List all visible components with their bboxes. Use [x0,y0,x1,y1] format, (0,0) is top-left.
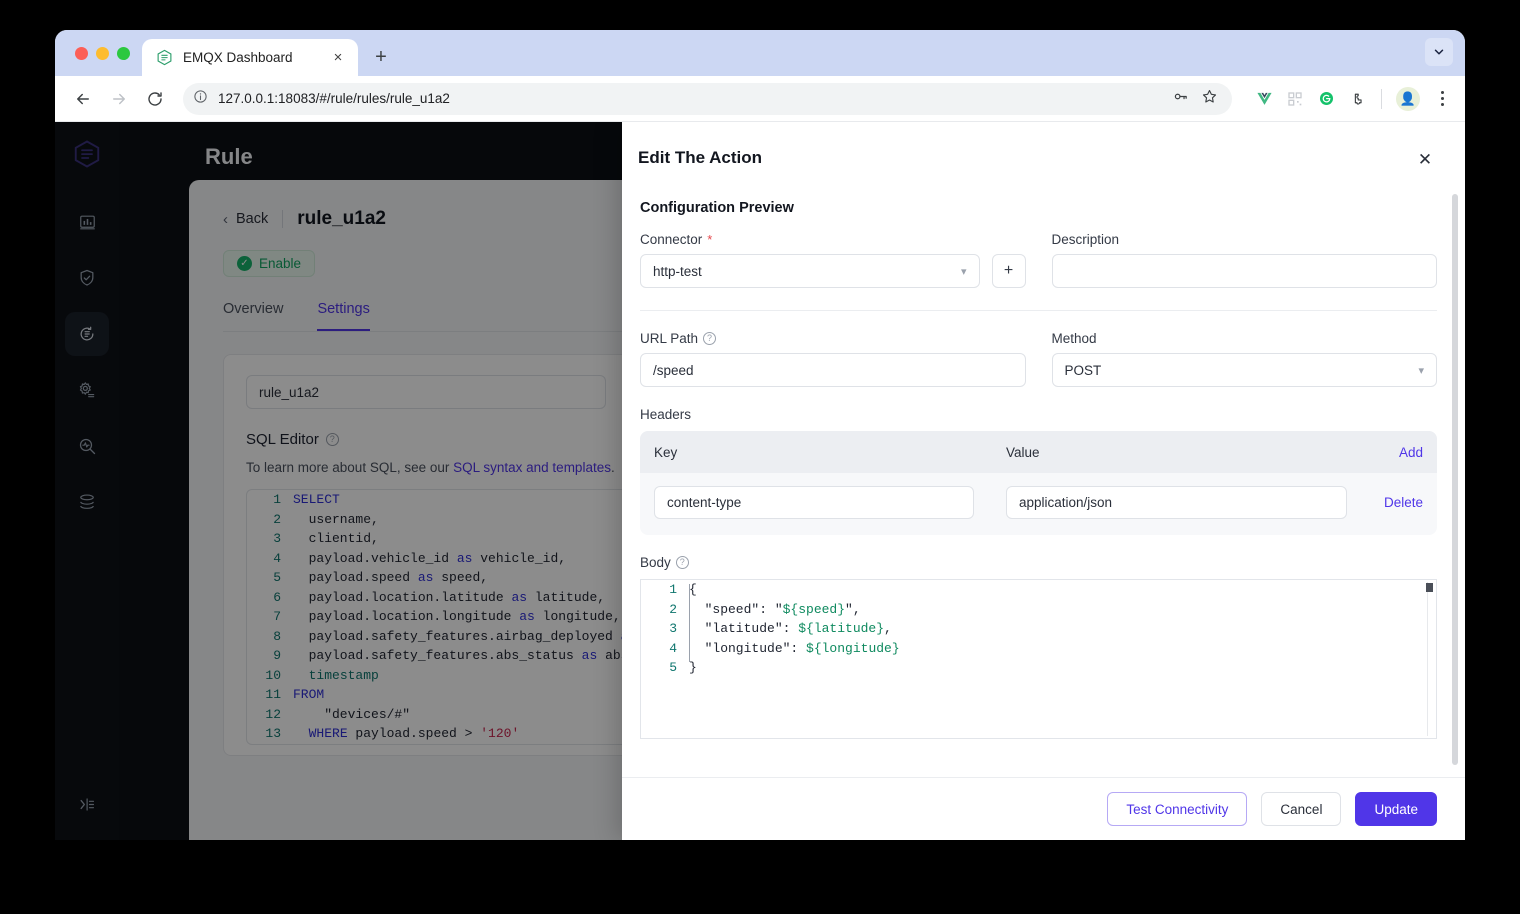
new-tab-button[interactable]: + [366,42,396,72]
line-text: } [689,660,697,675]
browser-tab[interactable]: EMQX Dashboard × [142,39,358,76]
column-header-key: Key [654,444,678,460]
browser-tab-strip: EMQX Dashboard × + [55,30,1465,76]
drawer-title: Edit The Action [638,148,763,167]
line-text: "longitude": ${longitude} [689,640,900,656]
headers-label: Headers [640,407,692,422]
window-minimize-button[interactable] [96,46,109,60]
url-path-input[interactable]: /speed [640,353,1026,387]
qr-code-icon[interactable] [1285,89,1305,109]
method-select[interactable]: POST ▾ [1051,353,1437,387]
close-icon[interactable]: × [328,48,348,68]
connector-description-row: Connector * http-test ▾ + Description [640,232,1437,288]
header-key-input[interactable]: content-type [654,486,974,519]
editor-cursor-guide [689,584,690,662]
cancel-button[interactable]: Cancel [1261,792,1342,826]
body-code-line: 5} [641,658,1436,678]
kebab-menu-icon[interactable] [1431,91,1453,106]
connector-label-text: Connector [640,232,703,247]
connector-label: Connector * [640,232,1026,247]
body-editor-scrollbar[interactable] [1426,582,1434,736]
method-label: Method [1051,331,1097,346]
method-select-value: POST [1064,362,1102,378]
line-number: 4 [669,640,677,656]
extensions-bar: 👤 [1244,86,1453,111]
star-icon[interactable] [1201,88,1218,110]
line-number: 1 [669,582,677,597]
header-value-input[interactable]: application/json [1006,486,1347,519]
drawer-scrollbar[interactable] [1452,194,1458,765]
column-header-value: Value [1006,444,1040,460]
add-connector-button[interactable]: + [991,254,1026,288]
close-icon[interactable]: ✕ [1413,148,1437,172]
url-path-label-text: URL Path [640,331,699,346]
browser-window: EMQX Dashboard × + 127.0.0.1:18083/#/rul… [55,30,1465,840]
required-marker: * [707,232,713,247]
toolbar-divider [1381,88,1382,109]
body-code-editor[interactable]: 1{2 "speed": "${speed}", 3 "latitude": ${… [640,579,1437,739]
body-code-line: 4 "longitude": ${longitude} [641,639,1436,659]
grammarly-icon[interactable] [1316,89,1336,109]
drawer-footer: Test Connectivity Cancel Update [622,777,1465,840]
chevron-down-icon: ▾ [1418,364,1424,377]
line-text: "speed": "${speed}", [689,601,861,617]
body-label-text: Body [640,555,671,570]
info-circle-icon[interactable] [193,89,208,109]
body-code-line: 1{ [641,580,1436,600]
add-header-button[interactable]: Add [1363,445,1423,460]
test-connectivity-button[interactable]: Test Connectivity [1107,792,1248,826]
table-row: content-type application/json Delete [640,473,1437,535]
line-number: 5 [669,660,677,675]
section-divider [640,310,1437,311]
avatar[interactable]: 👤 [1396,86,1420,111]
url-method-row: URL Path ? /speed Method POST ▾ [640,331,1437,387]
back-button[interactable] [67,83,99,115]
help-icon[interactable]: ? [675,556,689,569]
forward-button[interactable] [103,83,135,115]
description-label: Description [1051,232,1120,247]
delete-header-button[interactable]: Delete [1365,495,1423,510]
connector-select[interactable]: http-test ▾ [640,254,980,288]
vue-devtools-icon[interactable] [1254,89,1274,109]
body-code-line: 2 "speed": "${speed}", [641,600,1436,620]
window-maximize-button[interactable] [117,46,130,60]
body-editor-scroll-thumb[interactable] [1426,583,1433,592]
window-traffic-lights [65,30,142,76]
address-bar[interactable]: 127.0.0.1:18083/#/rule/rules/rule_u1a2 [183,82,1232,115]
headers-table: Key Value Add content-type application/j… [640,431,1437,535]
url-path-label: URL Path ? [640,331,1026,346]
reload-button[interactable] [139,83,171,115]
app-viewport: Rule ‹ Back rule_u1a2 ✓ Enable Overview … [55,122,1465,840]
line-text: { [689,582,697,597]
emqx-hexagon-icon [156,49,173,66]
chevron-down-icon: ▾ [960,265,967,278]
section-title-configuration-preview: Configuration Preview [640,200,794,216]
update-button[interactable]: Update [1355,792,1437,826]
browser-toolbar: 127.0.0.1:18083/#/rule/rules/rule_u1a2 👤 [55,76,1465,122]
line-text: "latitude": ${latitude}, [689,621,892,636]
headers-table-header: Key Value Add [640,431,1437,473]
description-input[interactable] [1051,254,1437,288]
drawer-header: Edit The Action ✕ [622,122,1465,176]
body-label: Body ? [640,555,1437,570]
chevron-down-icon[interactable] [1425,38,1453,66]
browser-tab-title: EMQX Dashboard [183,50,293,65]
body-code-line: 3 "latitude": ${latitude}, [641,619,1436,639]
line-number: 3 [669,621,677,636]
line-number: 2 [669,601,677,617]
extensions-puzzle-icon[interactable] [1347,89,1367,109]
key-icon[interactable] [1172,88,1189,110]
address-bar-url: 127.0.0.1:18083/#/rule/rules/rule_u1a2 [218,91,450,106]
drawer-body: Configuration Preview Connector * http-t… [622,176,1465,777]
help-icon[interactable]: ? [703,332,717,345]
edit-action-drawer: Edit The Action ✕ Configuration Preview … [622,122,1465,840]
connector-select-value: http-test [653,263,702,279]
window-close-button[interactable] [75,46,88,60]
